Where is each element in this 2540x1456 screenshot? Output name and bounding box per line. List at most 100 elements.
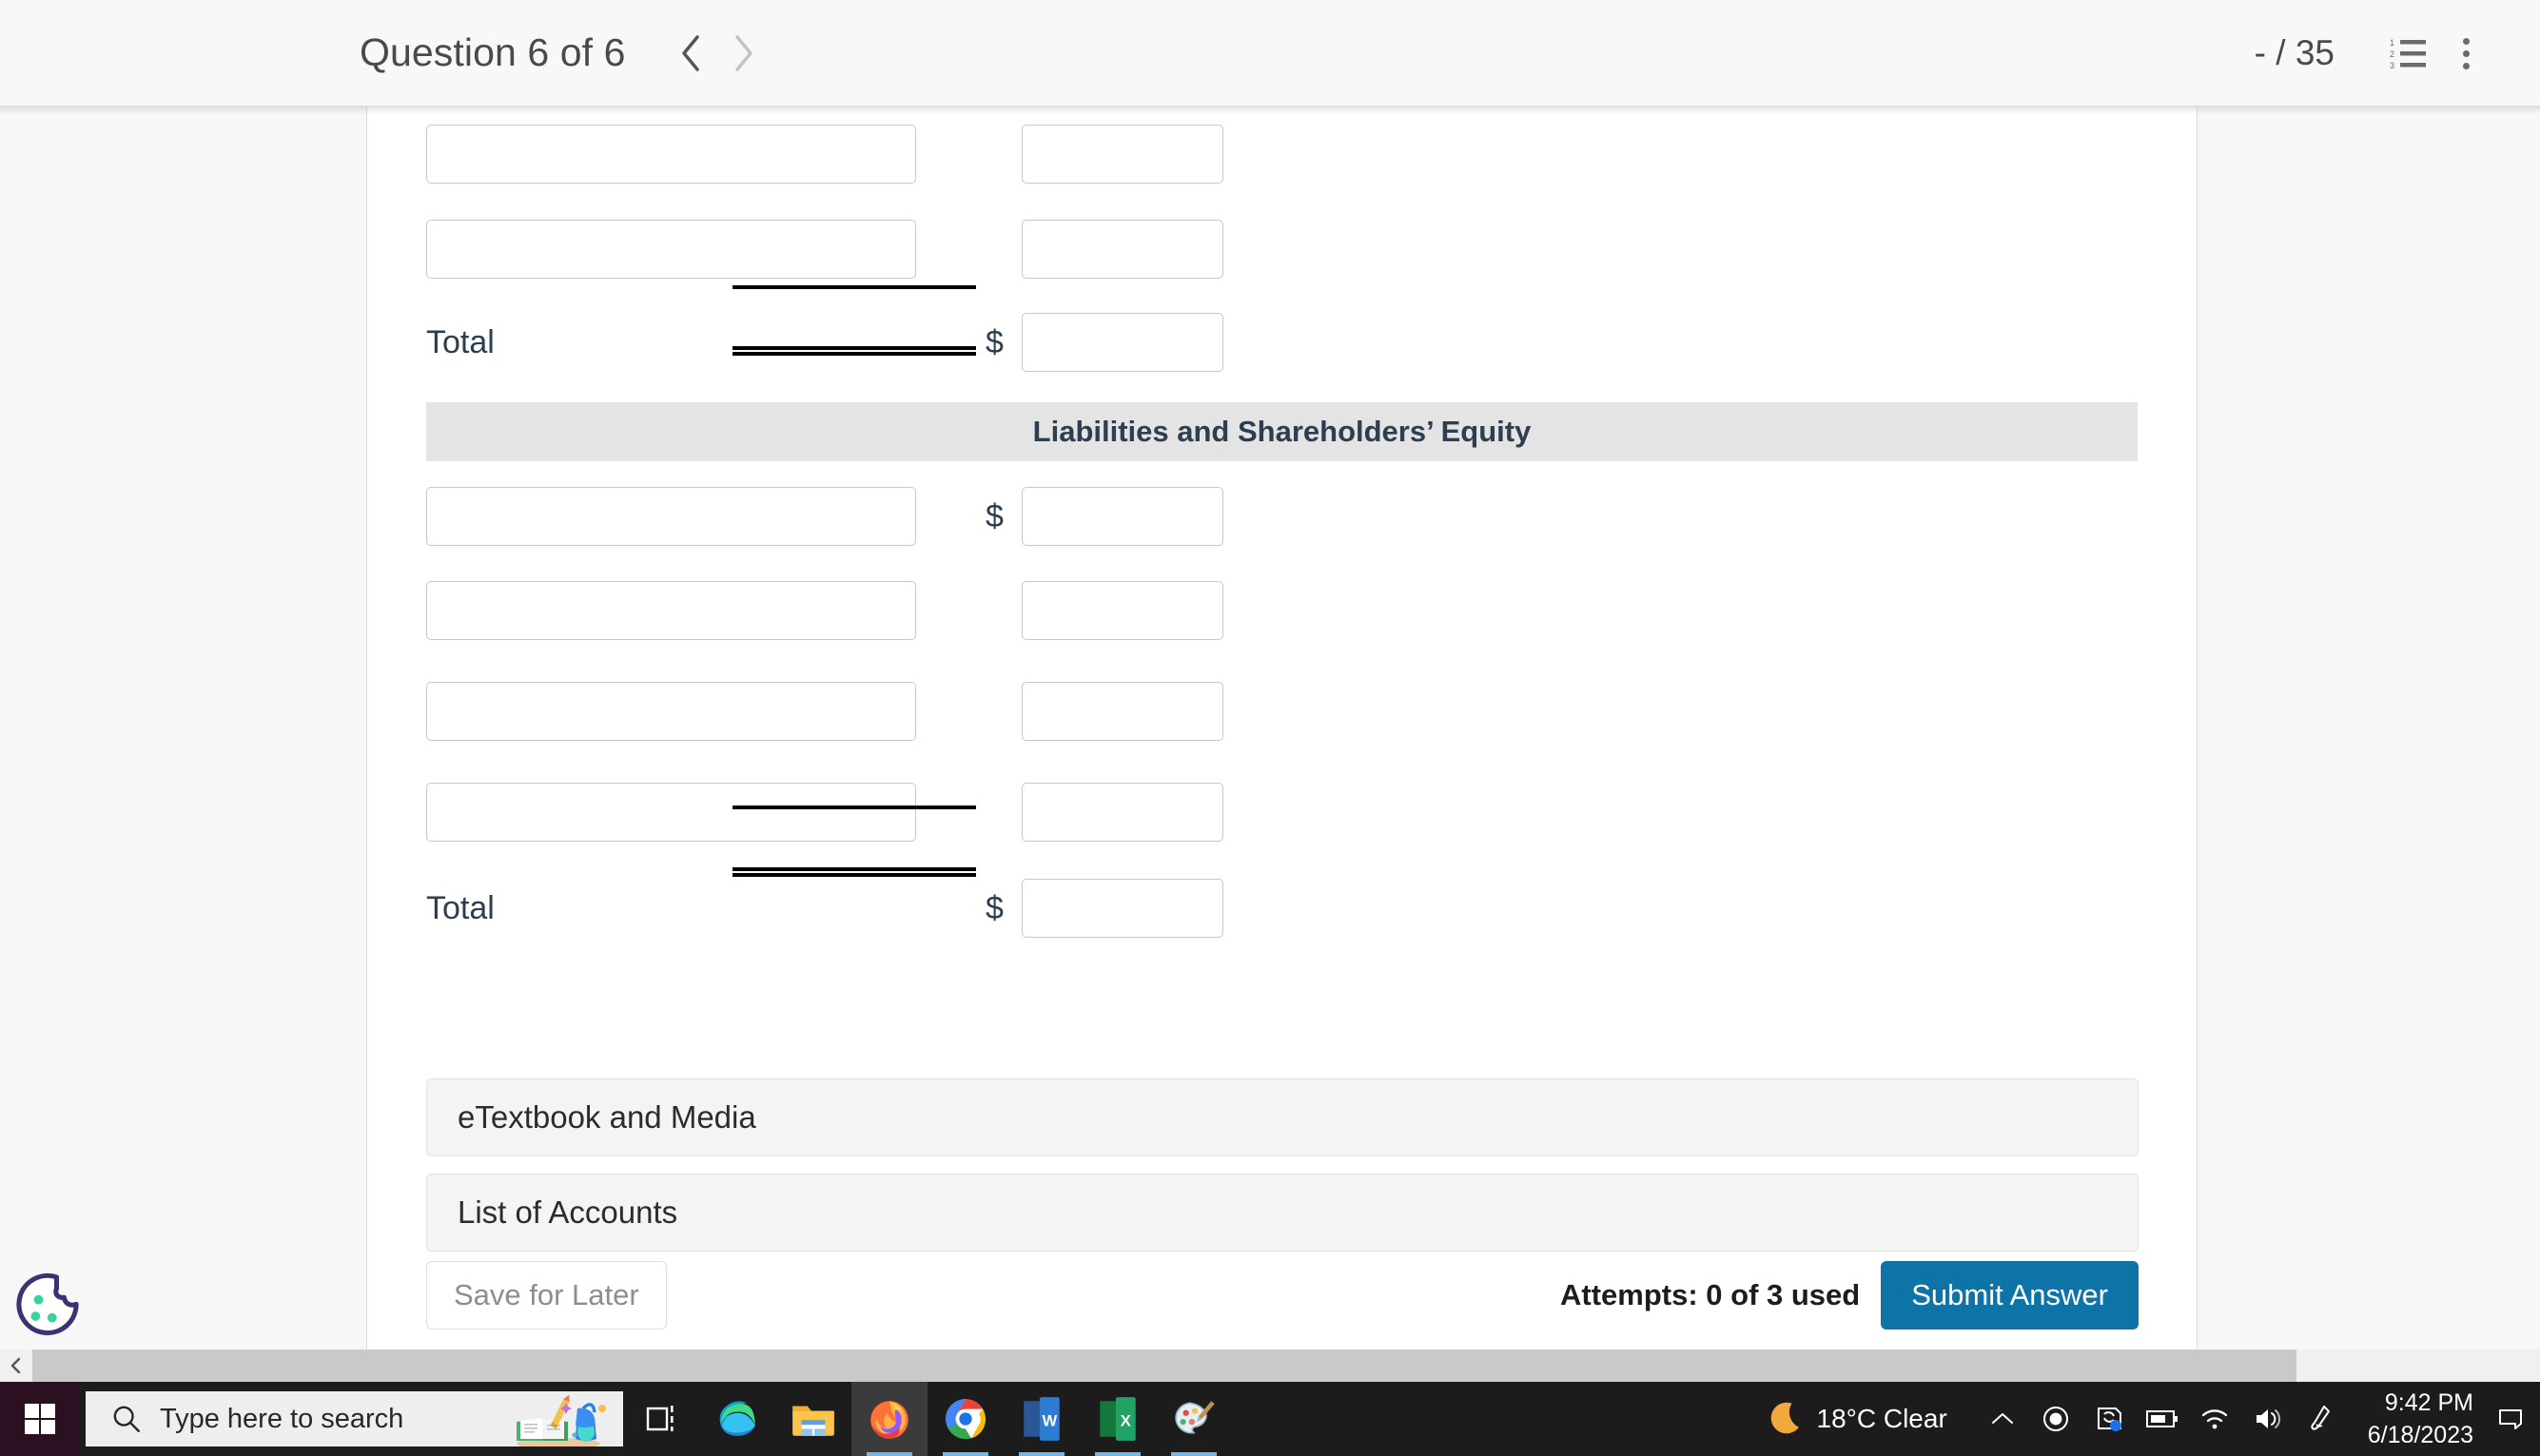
- microsoft-excel-icon: X: [1100, 1397, 1136, 1441]
- header-right-group: - / 35 1 2 3: [2255, 0, 2540, 107]
- clock-widget[interactable]: 9:42 PM 6/18/2023: [2368, 1387, 2473, 1452]
- account-cell: [426, 220, 921, 279]
- clock-time: 9:42 PM: [2384, 1388, 2473, 1416]
- header-left-group: Question 6 of 6: [360, 27, 771, 80]
- firefox-button[interactable]: [851, 1382, 928, 1456]
- question-list-button[interactable]: 1 2 3: [2380, 25, 2437, 82]
- google-chrome-button[interactable]: [928, 1382, 1004, 1456]
- cookie-consent-icon: [16, 1272, 79, 1336]
- account-name-input[interactable]: [426, 487, 916, 546]
- panel-title: eTextbook and Media: [458, 1099, 756, 1135]
- screen-record-button[interactable]: [2029, 1382, 2082, 1456]
- svg-text:2: 2: [2390, 49, 2394, 59]
- account-name-input[interactable]: [426, 682, 916, 741]
- pen-icon: [2311, 1406, 2330, 1430]
- amount-cell: $: [986, 581, 1223, 640]
- firefox-icon: [870, 1401, 909, 1439]
- file-explorer-button[interactable]: [775, 1382, 851, 1456]
- submit-answer-button[interactable]: Submit Answer: [1881, 1261, 2139, 1330]
- wifi-icon: [2201, 1409, 2227, 1429]
- grandtotal-double-rule: [733, 867, 976, 877]
- amount-cell: $: [986, 220, 1223, 279]
- amount-input[interactable]: [1022, 581, 1223, 640]
- attempts-counter: Attempts: 0 of 3 used: [1560, 1278, 1861, 1311]
- amount-input[interactable]: [1022, 783, 1223, 842]
- amount-input[interactable]: [1022, 220, 1223, 279]
- prev-question-button[interactable]: [664, 27, 717, 80]
- amount-input[interactable]: [1022, 487, 1223, 546]
- amount-cell: $: [986, 879, 1223, 938]
- wifi-button[interactable]: [2189, 1382, 2242, 1456]
- footer-right-group: Attempts: 0 of 3 used Submit Answer: [1560, 1261, 2139, 1330]
- task-view-button[interactable]: [623, 1382, 699, 1456]
- assets-total-input[interactable]: [1022, 313, 1223, 372]
- start-button[interactable]: [0, 1382, 80, 1456]
- ledger-row: $: [367, 473, 2197, 560]
- moon-icon: [1770, 1402, 1799, 1434]
- ledger-row: $: [367, 762, 2197, 863]
- notification-center-button[interactable]: [2491, 1382, 2530, 1456]
- account-cell: [426, 783, 921, 842]
- panel-title: List of Accounts: [458, 1194, 678, 1230]
- list-of-accounts-panel[interactable]: List of Accounts: [426, 1174, 2139, 1252]
- show-hidden-icons-button[interactable]: [1976, 1382, 2029, 1456]
- score-display: - / 35: [2254, 33, 2335, 72]
- notification-icon: [2499, 1409, 2522, 1429]
- horizontal-scrollbar[interactable]: [0, 1349, 2540, 1382]
- question-footer-actions: Save for Later Attempts: 0 of 3 used Sub…: [426, 1261, 2139, 1330]
- svg-text:X: X: [1121, 1411, 1131, 1429]
- microsoft-edge-button[interactable]: [699, 1382, 775, 1456]
- search-placeholder-text: Type here to search: [160, 1403, 404, 1434]
- page-title: Question 6 of 6: [360, 30, 626, 74]
- weather-widget[interactable]: 18°C Clear: [1766, 1400, 1947, 1438]
- onedrive-icon: [2097, 1407, 2121, 1431]
- record-icon: [2042, 1407, 2068, 1431]
- scrollbar-track[interactable]: [32, 1349, 2540, 1382]
- subtotal-rule: [733, 806, 976, 809]
- scrollbar-thumb[interactable]: [32, 1349, 2296, 1382]
- question-navigation: [664, 27, 771, 80]
- chevron-left-icon: [10, 1357, 21, 1374]
- account-name-input[interactable]: [426, 581, 916, 640]
- taskbar-search-input[interactable]: Type here to search: [86, 1391, 623, 1446]
- microsoft-excel-button[interactable]: X: [1080, 1382, 1156, 1456]
- volume-button[interactable]: [2242, 1382, 2296, 1456]
- battery-button[interactable]: [2136, 1382, 2189, 1456]
- svg-text:W: W: [1042, 1411, 1057, 1429]
- ledger-row: $: [367, 202, 2197, 297]
- task-view-icon: [646, 1406, 674, 1431]
- account-name-input[interactable]: [426, 783, 916, 842]
- pen-workspace-button[interactable]: [2296, 1382, 2349, 1456]
- liabilities-total-row: Total $: [367, 863, 2197, 954]
- account-name-input[interactable]: [426, 220, 916, 279]
- amount-input[interactable]: [1022, 125, 1223, 184]
- total-label-cell: Total: [426, 890, 921, 927]
- subtotal-rule: [733, 285, 976, 289]
- etextbook-and-media-panel[interactable]: eTextbook and Media: [426, 1078, 2139, 1156]
- battery-icon: [2145, 1410, 2178, 1427]
- weather-text: 18°C Clear: [1816, 1404, 1947, 1433]
- dollar-sign: $: [986, 323, 1004, 360]
- account-name-input[interactable]: [426, 125, 916, 184]
- more-options-button[interactable]: [2437, 25, 2494, 82]
- chevron-left-icon: [681, 34, 699, 71]
- grandtotal-double-rule: [733, 346, 976, 356]
- scroll-left-button[interactable]: [0, 1349, 32, 1382]
- paint-button[interactable]: [1156, 1382, 1232, 1456]
- chevron-up-icon: [1991, 1413, 2013, 1424]
- windows-taskbar: Type here to search W X 18°C Clear 9:42 …: [0, 1382, 2540, 1456]
- taskbar-app-icons: W X: [623, 1382, 1232, 1456]
- save-for-later-button[interactable]: Save for Later: [426, 1261, 667, 1330]
- question-content-panel: $ $ Total $: [366, 107, 2198, 1349]
- total-label: Total: [426, 889, 495, 926]
- onedrive-button[interactable]: [2082, 1382, 2136, 1456]
- cookie-consent-button[interactable]: [11, 1270, 84, 1342]
- microsoft-word-button[interactable]: W: [1004, 1382, 1080, 1456]
- liabilities-total-input[interactable]: [1022, 879, 1223, 938]
- amount-input[interactable]: [1022, 682, 1223, 741]
- system-tray: 18°C Clear 9:42 PM 6/18/2023: [1766, 1382, 2540, 1456]
- ledger-row: $: [367, 107, 2197, 202]
- paint-icon: [1175, 1401, 1215, 1434]
- microsoft-edge-icon: [719, 1401, 755, 1436]
- next-question-button[interactable]: [717, 27, 771, 80]
